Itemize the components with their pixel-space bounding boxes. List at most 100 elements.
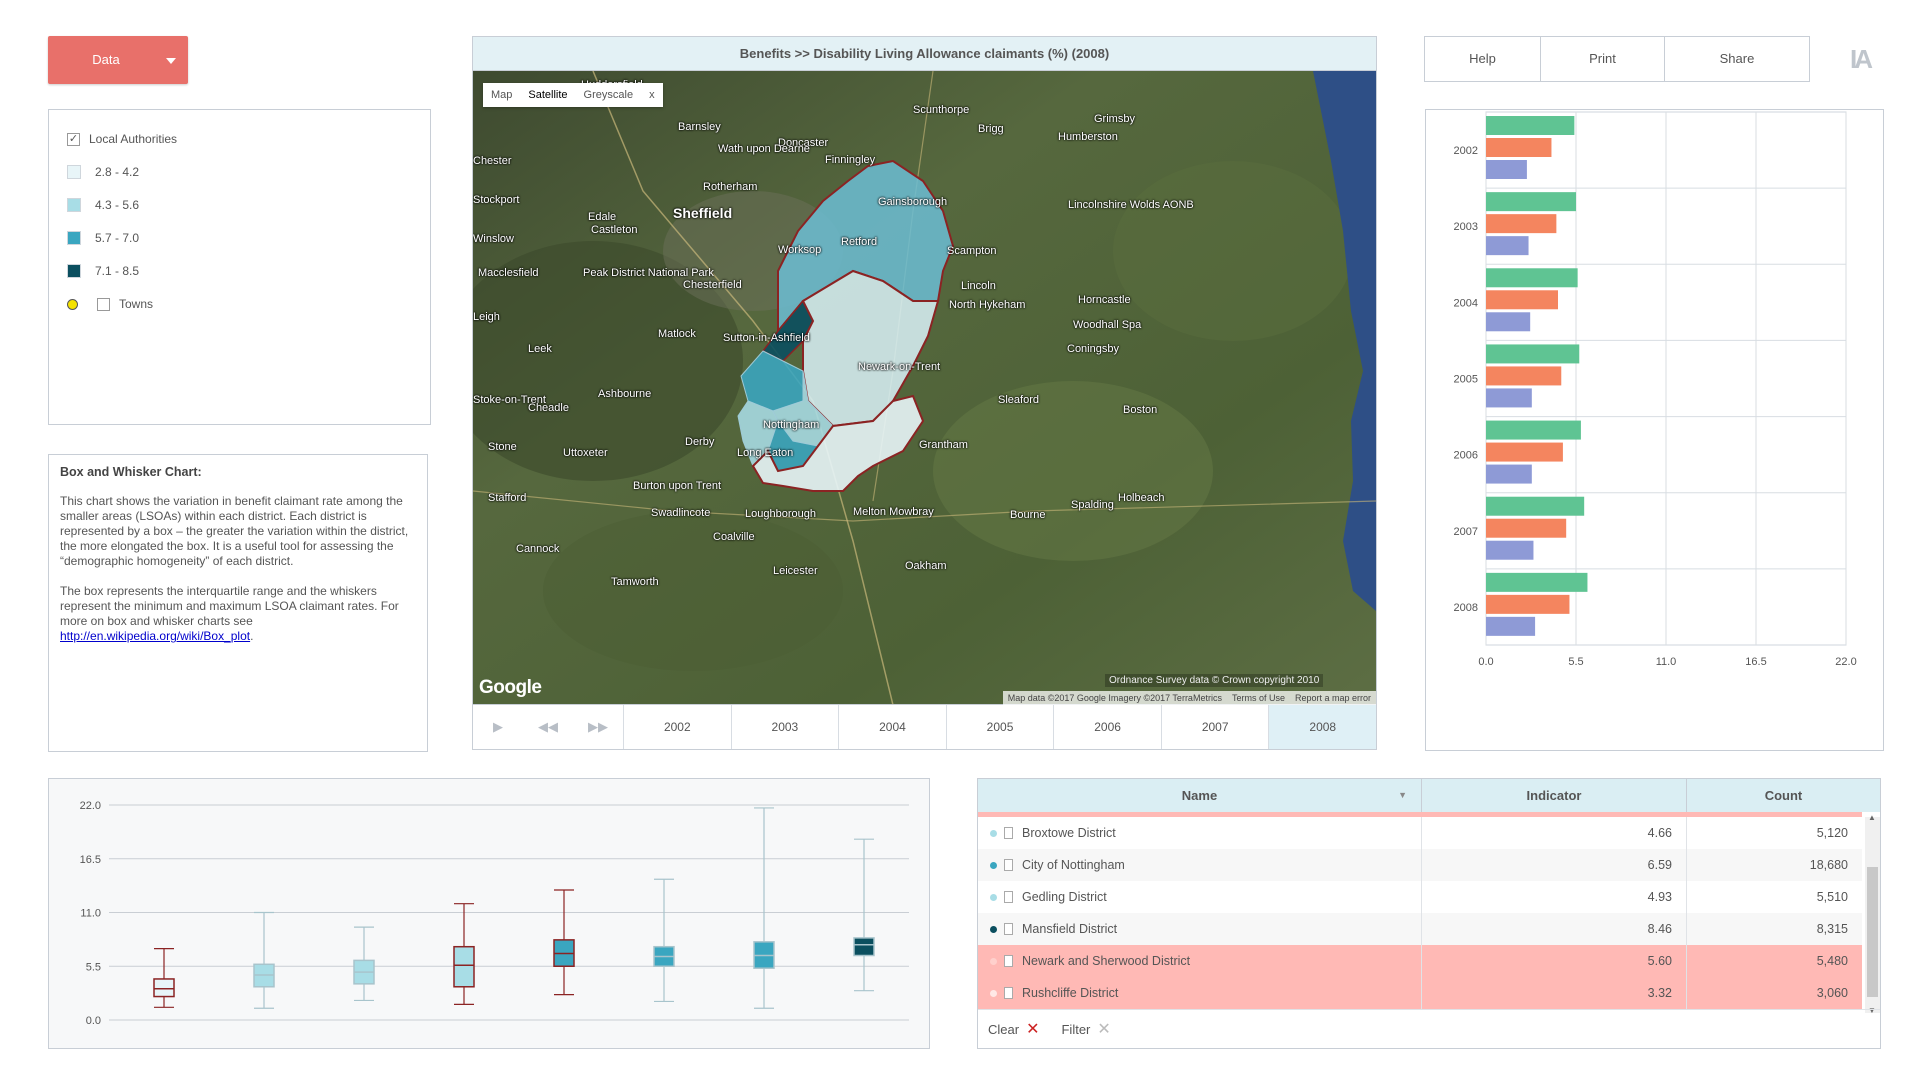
map-legend: ✓ Local Authorities 2.8 - 4.2 4.3 - 5.6 …	[48, 109, 431, 425]
timeline-year-2002[interactable]: 2002	[623, 705, 731, 749]
row-indicator: 4.93	[1422, 881, 1687, 913]
y-category-label: 2005	[1454, 374, 1478, 386]
checkbox-checked-icon[interactable]: ✓	[67, 132, 80, 146]
table-row[interactable]: City of Nottingham 6.59 18,680	[978, 849, 1862, 881]
map-canvas[interactable]	[473, 71, 1376, 705]
bar	[1486, 594, 1570, 614]
map-type-close[interactable]: x	[641, 89, 663, 101]
chevron-down-icon	[166, 58, 176, 64]
x-tick-label: 11.0	[1656, 656, 1677, 668]
row-name: Rushcliffe District	[978, 977, 1422, 1009]
legend-class-label: 5.7 - 7.0	[95, 231, 140, 245]
bar	[1486, 214, 1557, 234]
year-timeline: ▶ ◀◀ ▶▶ 2002 2003 2004 2005 2006 2007 20…	[473, 704, 1377, 749]
terms-of-use-link[interactable]: Terms of Use	[1227, 693, 1290, 703]
instant-atlas-logo[interactable]: IA	[1850, 44, 1873, 75]
bar	[1486, 420, 1581, 440]
bar	[1486, 540, 1534, 560]
legend-class-label: 7.1 - 8.5	[95, 264, 140, 278]
map-type-satellite[interactable]: Satellite	[520, 89, 575, 101]
row-count: 5,480	[1816, 954, 1848, 968]
map-patch	[1113, 161, 1353, 341]
legend-class-2: 4.3 - 5.6	[67, 196, 139, 214]
table-row[interactable]: Broxtowe District 4.66 5,120	[978, 817, 1862, 849]
legend-swatch	[67, 231, 81, 245]
info-paragraph-2: The box represents the interquartile ran…	[60, 584, 416, 644]
box-whisker-chart: 0.0 5.5 11.0 16.5 22.0	[80, 800, 909, 1027]
row-count: 5,120	[1816, 826, 1848, 840]
checkbox-unchecked-icon[interactable]	[97, 297, 110, 311]
bar	[1486, 290, 1558, 310]
table-row-selected[interactable]: Rushcliffe District 3.32 3,060	[978, 977, 1862, 1009]
map-type-map[interactable]: Map	[483, 89, 520, 101]
report-map-error-link[interactable]: Report a map error	[1290, 693, 1376, 703]
legend-class-label: 4.3 - 5.6	[95, 198, 140, 212]
row-count: 18,680	[1809, 858, 1848, 872]
data-dropdown-button[interactable]: Data	[48, 36, 188, 84]
column-header-count[interactable]: Count	[1687, 779, 1880, 812]
filter-button[interactable]: Filter ✕	[1061, 1019, 1110, 1039]
row-indicator: 8.46	[1422, 913, 1687, 945]
bar	[1486, 344, 1580, 364]
timeline-year-2003[interactable]: 2003	[730, 705, 839, 749]
map-panel: Benefits >> Disability Living Allowance …	[472, 36, 1377, 750]
box-whisker-info: Box and Whisker Chart: This chart shows …	[48, 454, 428, 752]
table-row[interactable]: Gedling District 4.93 5,510	[978, 881, 1862, 913]
info-paragraph-2-suffix: .	[250, 629, 254, 643]
column-name-label: Name	[1181, 788, 1218, 803]
data-button-label: Data	[92, 52, 120, 67]
clear-label: Clear	[988, 1021, 1020, 1037]
timeline-year-2004[interactable]: 2004	[838, 705, 946, 749]
rewind-icon[interactable]: ◀◀	[523, 705, 573, 749]
legend-class-4: 7.1 - 8.5	[67, 262, 139, 280]
help-button[interactable]: Help	[1424, 36, 1541, 82]
timeline-year-2006[interactable]: 2006	[1053, 705, 1161, 749]
close-icon: ✕	[1026, 1021, 1040, 1038]
x-tick-label: 5.5	[1568, 656, 1583, 668]
bar	[1486, 268, 1578, 288]
bar	[1486, 518, 1567, 538]
satellite-map[interactable]: HuddersfieldBarnsleyDoncasterScunthorpeG…	[473, 71, 1376, 705]
table-row[interactable]: Mansfield District 8.46 8,315	[978, 913, 1862, 945]
map-patch	[933, 381, 1213, 561]
bar-chart-panel: 0.0 5.5 11.0 16.5 22.0 2002 2003 2004 2005 2006 20…	[1425, 109, 1884, 751]
print-button[interactable]: Print	[1540, 36, 1665, 82]
map-patch	[543, 511, 843, 671]
legend-swatch	[67, 165, 81, 179]
timeline-year-2005[interactable]: 2005	[945, 705, 1054, 749]
map-type-greyscale[interactable]: Greyscale	[576, 89, 642, 101]
y-tick-label: 11.0	[80, 908, 101, 920]
legend-towns[interactable]: Towns	[67, 295, 153, 313]
scrollbar-thumb[interactable]	[1867, 867, 1878, 997]
legend-local-authorities[interactable]: ✓ Local Authorities	[67, 130, 177, 148]
table-row-selected[interactable]: Newark and Sherwood District 5.60 5,480	[978, 945, 1862, 977]
row-name: Mansfield District	[978, 913, 1422, 945]
sort-down-icon[interactable]: ▼	[1398, 779, 1407, 812]
wikipedia-link[interactable]: http://en.wikipedia.org/wiki/Box_plot	[60, 629, 250, 643]
row-indicator: 4.66	[1422, 817, 1687, 849]
y-tick-label: 22.0	[80, 800, 101, 812]
share-button[interactable]: Share	[1664, 36, 1810, 82]
box-iqr	[153, 978, 175, 998]
bar	[1486, 366, 1562, 386]
y-category-label: 2002	[1454, 145, 1478, 157]
timeline-year-2007[interactable]: 2007	[1160, 705, 1269, 749]
column-header-name[interactable]: Name ▼	[978, 779, 1422, 812]
legend-class-1: 2.8 - 4.2	[67, 163, 139, 181]
fast-forward-icon[interactable]: ▶▶	[573, 705, 623, 749]
clear-button[interactable]: Clear ✕	[988, 1019, 1039, 1039]
table-scrollbar[interactable]: ▲ ▼	[1865, 813, 1880, 1015]
legend-class-3: 5.7 - 7.0	[67, 229, 139, 247]
info-paragraph-1: This chart shows the variation in benefi…	[60, 494, 409, 568]
box-iqr	[453, 945, 475, 988]
bar	[1486, 464, 1532, 484]
data-table: Name ▼ Indicator Count Broxtowe District…	[977, 778, 1881, 1049]
bar	[1486, 572, 1588, 592]
box-iqr	[853, 937, 875, 957]
y-tick-label: 5.5	[86, 961, 101, 973]
play-icon[interactable]: ▶	[473, 705, 523, 749]
scroll-up-icon[interactable]: ▲	[1868, 813, 1876, 822]
column-header-indicator[interactable]: Indicator	[1422, 779, 1687, 812]
timeline-year-2008[interactable]: 2008	[1268, 705, 1377, 749]
row-indicator: 3.32	[1422, 977, 1687, 1009]
